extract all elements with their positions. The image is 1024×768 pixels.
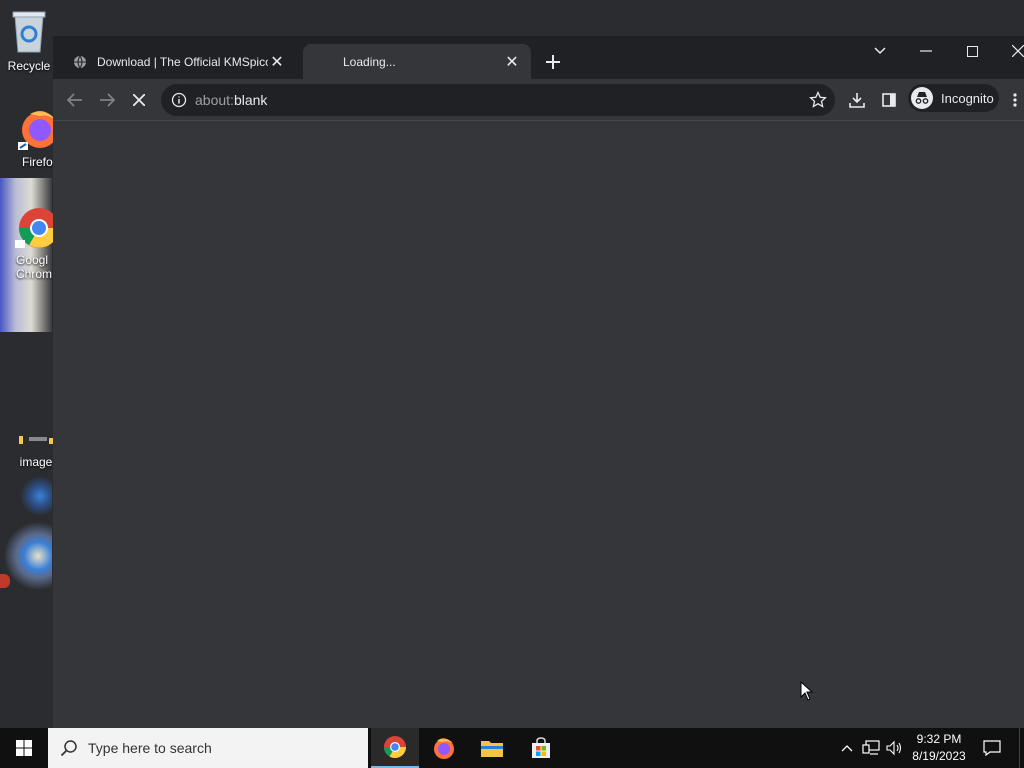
- show-hidden-icons-button[interactable]: [838, 728, 856, 768]
- stop-loading-button[interactable]: [127, 88, 151, 112]
- folder-icon: [481, 741, 503, 757]
- red-marker: [0, 574, 10, 588]
- firefox-icon: [434, 738, 454, 759]
- taskbar-clock[interactable]: 9:32 PM 8/19/2023: [906, 731, 972, 765]
- minimize-icon: [920, 50, 932, 52]
- taskbar: Type here to search 9:32 PM 8/19/2023: [0, 728, 1024, 768]
- new-tab-button[interactable]: [541, 50, 565, 74]
- address-url[interactable]: about:blank: [195, 92, 267, 108]
- recycle-bin-icon: [12, 11, 46, 53]
- info-icon[interactable]: [171, 92, 187, 108]
- close-icon: [1012, 45, 1024, 57]
- action-center-button[interactable]: [978, 728, 1006, 768]
- plus-icon: [546, 55, 560, 69]
- stop-icon: [133, 94, 145, 106]
- close-tab-icon[interactable]: ✕: [503, 53, 521, 71]
- browser-toolbar: about:blank Incognito: [53, 79, 1024, 121]
- tab-strip: Download | The Official KMSpico ✕ Loadin…: [53, 36, 1024, 79]
- incognito-label: Incognito: [941, 90, 994, 106]
- arrow-right-icon: [100, 93, 115, 107]
- volume-button[interactable]: [884, 728, 906, 768]
- store-bag-icon: [532, 737, 550, 758]
- arrow-left-icon: [67, 93, 82, 107]
- address-bar[interactable]: about:blank: [161, 84, 835, 116]
- chevron-down-icon: [874, 47, 886, 55]
- start-button[interactable]: [0, 728, 48, 768]
- mouse-cursor-icon: [800, 681, 814, 701]
- incognito-profile-button[interactable]: Incognito: [908, 84, 999, 112]
- image-shortcut[interactable]: image: [16, 434, 56, 469]
- tab-title: Download | The Official KMSpico: [97, 54, 268, 69]
- forward-button[interactable]: [95, 88, 119, 112]
- menu-button[interactable]: [1006, 88, 1024, 112]
- tab-kmspico[interactable]: Download | The Official KMSpico ✕: [63, 44, 296, 79]
- clock-date: 8/19/2023: [912, 749, 966, 763]
- tab-search-button[interactable]: [857, 36, 903, 66]
- browser-window: Download | The Official KMSpico ✕ Loadin…: [53, 36, 1024, 728]
- kebab-menu-icon: [1013, 93, 1017, 107]
- close-window-button[interactable]: [995, 36, 1024, 66]
- url-scheme: about:: [195, 92, 234, 108]
- taskbar-chrome[interactable]: [371, 728, 419, 768]
- google-chrome-icon: [384, 736, 406, 758]
- speaker-icon: [886, 740, 902, 756]
- search-icon: [60, 740, 77, 757]
- show-desktop-button[interactable]: [1019, 728, 1024, 768]
- maximize-icon: [966, 45, 978, 57]
- taskbar-firefox[interactable]: [420, 728, 468, 768]
- image-file-icon: [19, 436, 53, 444]
- taskbar-search-box[interactable]: Type here to search: [48, 728, 368, 768]
- taskbar-microsoft-store[interactable]: [517, 728, 565, 768]
- clock-time: 9:32 PM: [916, 732, 962, 746]
- chevron-up-icon: [841, 745, 853, 752]
- side-panel-button[interactable]: [877, 88, 901, 112]
- search-placeholder: Type here to search: [88, 740, 212, 756]
- back-button[interactable]: [63, 88, 87, 112]
- taskbar-file-explorer[interactable]: [468, 728, 516, 768]
- recycle-bin-shortcut[interactable]: Recycle: [0, 8, 58, 73]
- recycle-bin-label: Recycle: [7, 59, 51, 73]
- star-icon[interactable]: [809, 91, 827, 109]
- side-panel-icon: [882, 93, 896, 107]
- blurred-shortcut-1[interactable]: [0, 476, 52, 516]
- network-button[interactable]: [860, 728, 882, 768]
- google-chrome-label: Googl Chrom: [16, 253, 53, 281]
- firefox-icon: [18, 111, 58, 150]
- tab-loading[interactable]: Loading... ✕: [303, 44, 531, 79]
- incognito-icon: [911, 87, 933, 109]
- windows-logo-icon: [16, 740, 32, 756]
- globe-icon: [74, 55, 86, 68]
- close-tab-icon[interactable]: ✕: [268, 53, 286, 71]
- download-icon: [849, 93, 865, 108]
- downloads-button[interactable]: [845, 88, 869, 112]
- minimize-button[interactable]: [903, 36, 949, 66]
- url-path: blank: [233, 92, 268, 108]
- notification-icon: [983, 740, 1001, 756]
- tab-title: Loading...: [343, 54, 396, 69]
- maximize-button[interactable]: [949, 36, 995, 66]
- page-content-area[interactable]: [53, 122, 1024, 728]
- google-chrome-shortcut[interactable]: Googl Chrom: [10, 204, 59, 281]
- google-chrome-icon: [15, 208, 59, 248]
- network-icon: [862, 740, 880, 755]
- image-label: image: [19, 455, 53, 469]
